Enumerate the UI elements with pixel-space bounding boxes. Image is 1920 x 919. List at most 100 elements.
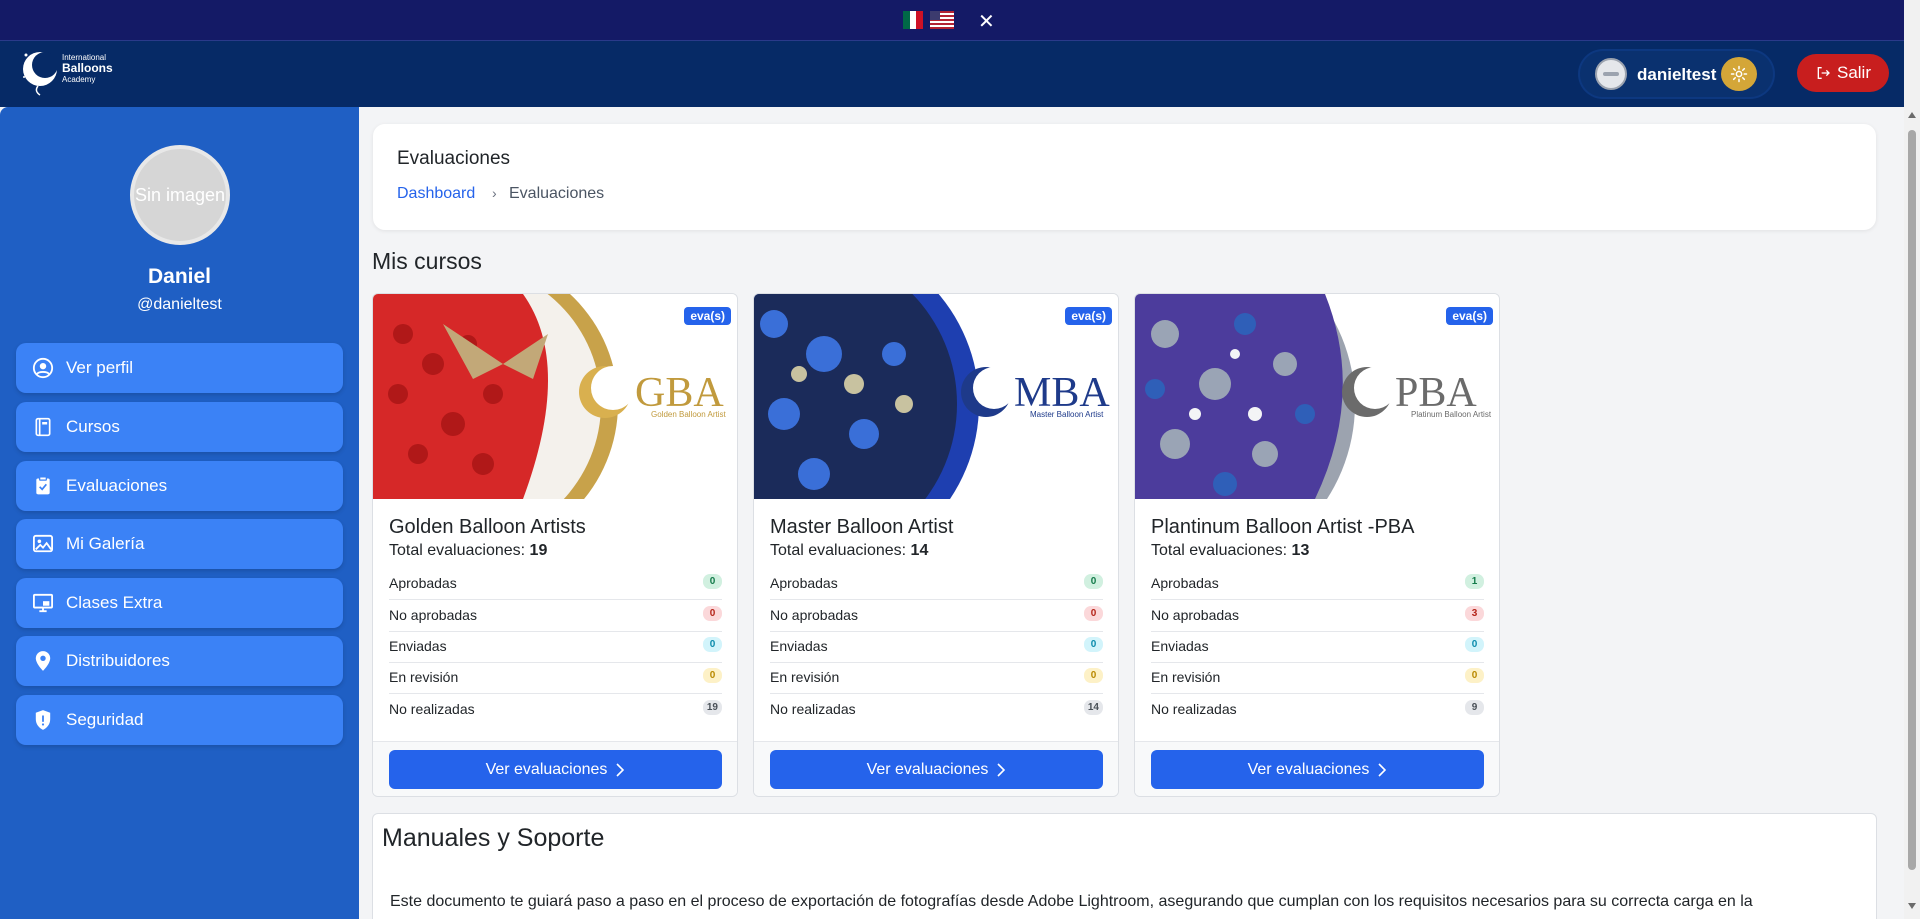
sidebar-item-label: Clases Extra	[66, 593, 163, 612]
evaluations-badge: eva(s)	[1065, 307, 1112, 325]
sidebar-item-clases-extra[interactable]: Clases Extra	[16, 578, 343, 628]
avatar-placeholder-text: Sin imagen	[134, 184, 226, 205]
manuals-description: Este documento te guiará paso a paso en …	[390, 893, 1753, 910]
course-title: Master Balloon Artist	[770, 516, 954, 538]
sidebar-item-label: Ver perfil	[66, 358, 134, 377]
stat-row-en-revision: En revisión 0	[1151, 662, 1484, 694]
book-icon	[30, 415, 56, 439]
page-scrollbar[interactable]	[1904, 0, 1920, 919]
sidebar-item-evaluaciones[interactable]: Evaluaciones	[16, 461, 343, 511]
status-badge: 0	[1465, 668, 1484, 683]
sidebar-item-mi-galeria[interactable]: Mi Galería	[16, 519, 343, 569]
chevron-right-icon	[1378, 762, 1387, 777]
status-badge: 14	[1083, 700, 1103, 715]
sidebar-item-label: Seguridad	[66, 710, 144, 729]
status-badge: 0	[1084, 574, 1103, 589]
course-banner[interactable]: MBA Master Balloon Artist eva(s)	[754, 294, 1118, 499]
breadcrumb-separator: ›	[492, 185, 497, 201]
sidebar-item-label: Mi Galería	[66, 534, 145, 553]
scroll-down-icon[interactable]	[1908, 903, 1916, 909]
sidebar-item-cursos[interactable]: Cursos	[16, 402, 343, 452]
manuals-title: Manuales y Soporte	[382, 824, 605, 852]
course-total: Total evaluaciones: 14	[770, 542, 929, 559]
sidebar-item-label: Distribuidores	[66, 651, 170, 670]
course-title: Plantinum Balloon Artist -PBA	[1151, 516, 1415, 538]
monitor-icon	[30, 591, 56, 615]
status-badge: 1	[1465, 574, 1484, 589]
settings-button[interactable]	[1721, 57, 1757, 91]
breadcrumb-dashboard-link[interactable]: Dashboard	[397, 185, 475, 203]
breadcrumb-current: Evaluaciones	[509, 185, 605, 202]
section-title: Mis cursos	[372, 248, 482, 274]
stat-row-no-aprobadas: No aprobadas 0	[389, 600, 722, 632]
logout-label: Salir	[1836, 63, 1871, 82]
chevron-right-icon	[997, 762, 1006, 777]
stat-row-enviadas: Enviadas 0	[1151, 631, 1484, 663]
profile-name: Daniel	[147, 265, 212, 288]
manuals-card: Manuales y Soporte Este documento te gui…	[372, 813, 1877, 919]
map-pin-icon	[30, 649, 56, 673]
evaluations-badge: eva(s)	[1446, 307, 1493, 325]
status-badge: 0	[703, 574, 722, 589]
scroll-up-icon[interactable]	[1908, 112, 1916, 118]
mexico-flag-icon[interactable]	[903, 11, 924, 29]
card-footer: Ver evaluaciones	[754, 741, 1118, 796]
course-total: Total evaluaciones: 13	[1151, 542, 1310, 559]
stat-row-enviadas: Enviadas 0	[770, 631, 1103, 663]
ver-evaluaciones-button[interactable]: Ver evaluaciones	[389, 750, 722, 789]
user-menu[interactable]: danieltest	[1580, 51, 1773, 97]
gear-icon	[1730, 65, 1748, 83]
status-badge: 0	[1084, 668, 1103, 683]
stat-row-no-realizadas: No realizadas 14	[770, 694, 1103, 726]
banner-subtitle: Golden Balloon Artist	[651, 410, 726, 419]
status-badge: 0	[703, 606, 722, 621]
card-footer: Ver evaluaciones	[1135, 741, 1499, 796]
sidebar-item-distribuidores[interactable]: Distribuidores	[16, 636, 343, 686]
stat-row-no-aprobadas: No aprobadas 3	[1151, 600, 1484, 632]
profile-handle: @danieltest	[137, 296, 222, 313]
course-banner[interactable]: GBA Golden Balloon Artist eva(s)	[373, 294, 737, 499]
ver-evaluaciones-button[interactable]: Ver evaluaciones	[1151, 750, 1484, 789]
course-card: GBA Golden Balloon Artist eva(s) Golden …	[372, 293, 738, 797]
stat-row-no-aprobadas: No aprobadas 0	[770, 600, 1103, 632]
status-badge: 0	[1084, 606, 1103, 621]
status-badge: 0	[703, 668, 722, 683]
status-badge: 0	[703, 637, 722, 652]
sidebar-item-label: Cursos	[66, 417, 120, 436]
logout-button[interactable]: Salir	[1797, 54, 1889, 92]
stat-row-aprobadas: Aprobadas 0	[770, 568, 1103, 600]
stat-row-en-revision: En revisión 0	[389, 662, 722, 694]
language-bar: ✕	[0, 0, 1920, 41]
balloon-logo-icon	[23, 52, 58, 96]
course-total: Total evaluaciones: 19	[389, 542, 548, 559]
avatar	[1595, 58, 1627, 90]
username: danieltest	[1637, 65, 1717, 84]
ver-evaluaciones-button[interactable]: Ver evaluaciones	[770, 750, 1103, 789]
course-card: MBA Master Balloon Artist eva(s) Master …	[753, 293, 1119, 797]
chevron-right-icon	[616, 762, 625, 777]
usa-flag-icon[interactable]	[930, 11, 954, 29]
status-badge: 3	[1465, 606, 1484, 621]
banner-subtitle: Master Balloon Artist	[1030, 410, 1104, 419]
course-card: PBA Platinum Balloon Artist eva(s) Plant…	[1134, 293, 1500, 797]
stat-row-aprobadas: Aprobadas 0	[389, 568, 722, 600]
sidebar-item-seguridad[interactable]: Seguridad	[16, 695, 343, 745]
logo-text: International Balloons Academy	[62, 53, 113, 84]
shield-icon	[30, 708, 56, 732]
page-title: Evaluaciones	[397, 148, 511, 169]
evaluations-badge: eva(s)	[684, 307, 731, 325]
status-badge: 0	[1465, 637, 1484, 652]
academy-logo[interactable]: International Balloons Academy	[20, 47, 130, 99]
stat-row-en-revision: En revisión 0	[770, 662, 1103, 694]
card-footer: Ver evaluaciones	[373, 741, 737, 796]
status-badge: 19	[702, 700, 722, 715]
top-header: International Balloons Academy danieltes…	[0, 41, 1904, 107]
course-banner[interactable]: PBA Platinum Balloon Artist eva(s)	[1135, 294, 1499, 499]
image-icon	[30, 532, 56, 556]
banner-subtitle: Platinum Balloon Artist	[1411, 410, 1492, 419]
stat-row-no-realizadas: No realizadas 19	[389, 694, 722, 726]
scroll-thumb[interactable]	[1908, 130, 1916, 870]
close-icon[interactable]: ✕	[978, 9, 995, 34]
user-circle-icon	[30, 356, 56, 380]
sidebar-item-ver-perfil[interactable]: Ver perfil	[16, 343, 343, 393]
